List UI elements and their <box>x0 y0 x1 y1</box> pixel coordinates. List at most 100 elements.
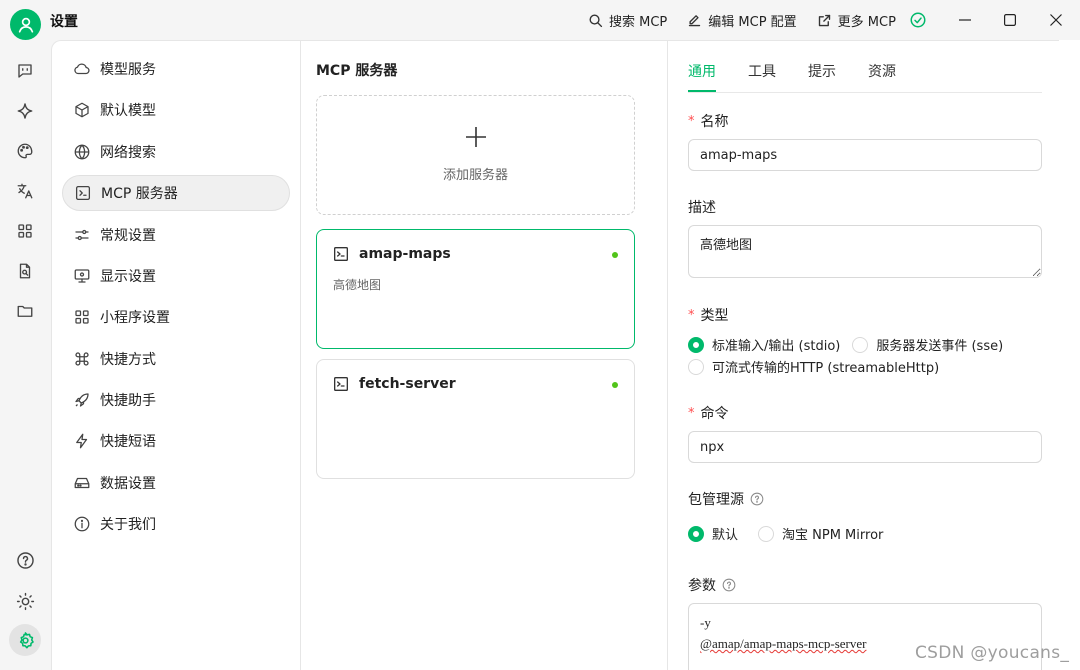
cube-icon <box>75 102 89 118</box>
maximize-icon <box>1004 14 1016 26</box>
name-input[interactable] <box>688 139 1042 171</box>
title-bar: 设置 搜索 MCP 编辑 MCP 配置 更多 MCP <box>0 0 1080 40</box>
nav-item-mini-program-settings[interactable]: 小程序设置 <box>62 299 290 335</box>
tab-general[interactable]: 通用 <box>688 61 716 81</box>
name-label-text: 名称 <box>700 114 729 130</box>
tab-resources[interactable]: 资源 <box>868 61 896 81</box>
type-label-text: 类型 <box>700 308 729 324</box>
rail-folder-button[interactable] <box>15 301 35 321</box>
terminal-icon <box>75 185 91 201</box>
nav-item-display-settings[interactable]: 显示设置 <box>62 258 290 294</box>
server-description: 高德地图 <box>333 278 382 292</box>
info-icon <box>74 516 90 532</box>
radio-unchecked[interactable] <box>758 525 775 542</box>
args-label-text: 参数 <box>688 578 716 594</box>
type-option-sse[interactable]: 服务器发送事件 (sse) <box>852 335 1003 354</box>
minimize-icon <box>959 19 971 21</box>
type-option-streamable-http[interactable]: 可流式传输的HTTP (streamableHttp) <box>688 357 939 376</box>
tab-tools[interactable]: 工具 <box>748 61 776 81</box>
rail-paint-button[interactable] <box>15 141 35 161</box>
chat-icon <box>18 64 32 78</box>
detail-tabs: 通用 工具 提示 资源 <box>688 41 1042 93</box>
type-option-label: 标准输入/输出 (stdio) <box>712 339 841 354</box>
server-card-fetch-server[interactable]: fetch-server <box>316 359 635 479</box>
external-link-icon <box>818 14 830 27</box>
mcp-status-ok[interactable] <box>909 11 927 29</box>
nav-label: 小程序设置 <box>100 310 170 326</box>
type-option-stdio[interactable]: 标准输入/输出 (stdio) <box>688 335 840 354</box>
rail-agents-button[interactable] <box>15 101 35 121</box>
palette-icon <box>17 143 33 159</box>
rail-translate-button[interactable] <box>15 181 35 201</box>
nav-item-web-search[interactable]: 网络搜索 <box>62 134 290 170</box>
plus-icon <box>466 127 486 147</box>
server-status-dot <box>612 252 618 258</box>
rail-settings-button[interactable] <box>9 624 41 656</box>
type-radio-group: 标准输入/输出 (stdio) 服务器发送事件 (sse) <box>688 335 1015 354</box>
user-avatar[interactable] <box>10 9 41 40</box>
rail-theme-button[interactable] <box>15 591 35 611</box>
description-textarea[interactable]: 高德地图 <box>688 225 1042 278</box>
radio-checked[interactable] <box>688 336 704 353</box>
maximize-button[interactable] <box>1000 10 1020 30</box>
app-rail <box>0 40 51 670</box>
registry-option-default[interactable]: 默认 <box>688 524 738 543</box>
edit-mcp-config-button[interactable]: 编辑 MCP 配置 <box>687 11 797 30</box>
radio-unchecked[interactable] <box>852 336 869 353</box>
window-title: 设置 <box>50 14 78 30</box>
add-server-label: 添加服务器 <box>442 168 508 183</box>
tab-prompts[interactable]: 提示 <box>808 61 836 81</box>
rail-files-button[interactable] <box>15 261 35 281</box>
nav-label: MCP 服务器 <box>101 186 178 202</box>
description-label: 描述 <box>688 200 716 216</box>
radio-checked[interactable] <box>688 525 704 542</box>
search-mcp-button[interactable]: 搜索 MCP <box>588 11 667 30</box>
help-icon[interactable] <box>722 578 736 592</box>
help-icon <box>16 551 34 569</box>
nav-label: 快捷短语 <box>100 434 156 450</box>
mcp-server-list-panel: MCP 服务器 添加服务器 amap-maps 高德地图 fetch-serve… <box>301 40 667 670</box>
server-detail-panel: 通用 工具 提示 资源 * 名称 描述 高德地图 * 类型 标准输入/输出 (s… <box>667 40 1059 670</box>
help-icon[interactable] <box>750 492 764 506</box>
search-mcp-label: 搜索 MCP <box>609 15 668 30</box>
registry-option-taobao[interactable]: 淘宝 NPM Mirror <box>758 524 883 543</box>
command-input[interactable] <box>688 431 1042 463</box>
detail-scrollbar[interactable] <box>1059 40 1080 670</box>
nav-item-mcp-servers[interactable]: MCP 服务器 <box>62 175 290 211</box>
rail-chat-button[interactable] <box>15 61 35 81</box>
server-name: amap-maps <box>359 246 451 262</box>
nav-label: 数据设置 <box>100 476 156 492</box>
nav-item-about[interactable]: 关于我们 <box>62 506 290 542</box>
required-mark: * <box>688 405 695 421</box>
add-server-button[interactable]: 添加服务器 <box>316 95 635 215</box>
servers-title: MCP 服务器 <box>316 63 398 79</box>
rail-help-button[interactable] <box>15 550 35 570</box>
minimize-button[interactable] <box>955 10 975 30</box>
more-mcp-button[interactable]: 更多 MCP <box>817 11 896 30</box>
monitor-icon <box>74 269 90 283</box>
nav-item-general-settings[interactable]: 常规设置 <box>62 217 290 253</box>
nav-item-shortcuts[interactable]: 快捷方式 <box>62 341 290 377</box>
nav-label: 快捷助手 <box>100 393 156 409</box>
nav-item-data-settings[interactable]: 数据设置 <box>62 465 290 501</box>
args-label: 参数 <box>688 575 736 595</box>
close-button[interactable] <box>1046 10 1066 30</box>
settings-gear-icon <box>19 631 34 648</box>
args-line: -y <box>700 615 711 630</box>
active-tab-indicator <box>688 90 716 92</box>
registry-label-text: 包管理源 <box>688 492 744 508</box>
command-label-text: 命令 <box>700 406 729 422</box>
required-mark: * <box>688 113 695 129</box>
nav-item-quick-assistant[interactable]: 快捷助手 <box>62 382 290 418</box>
more-mcp-label: 更多 MCP <box>837 15 896 30</box>
watermark: CSDN @youcans_ <box>915 643 1070 663</box>
type-label: * 类型 <box>688 305 729 325</box>
nav-label: 快捷方式 <box>100 352 156 368</box>
rocket-icon <box>75 393 89 407</box>
nav-item-default-model[interactable]: 默认模型 <box>62 92 290 128</box>
nav-item-quick-phrases[interactable]: 快捷短语 <box>62 423 290 459</box>
rail-apps-button[interactable] <box>15 221 35 241</box>
server-card-amap-maps[interactable]: amap-maps 高德地图 <box>316 229 635 349</box>
radio-unchecked[interactable] <box>688 358 704 375</box>
nav-item-model-service[interactable]: 模型服务 <box>62 51 290 87</box>
